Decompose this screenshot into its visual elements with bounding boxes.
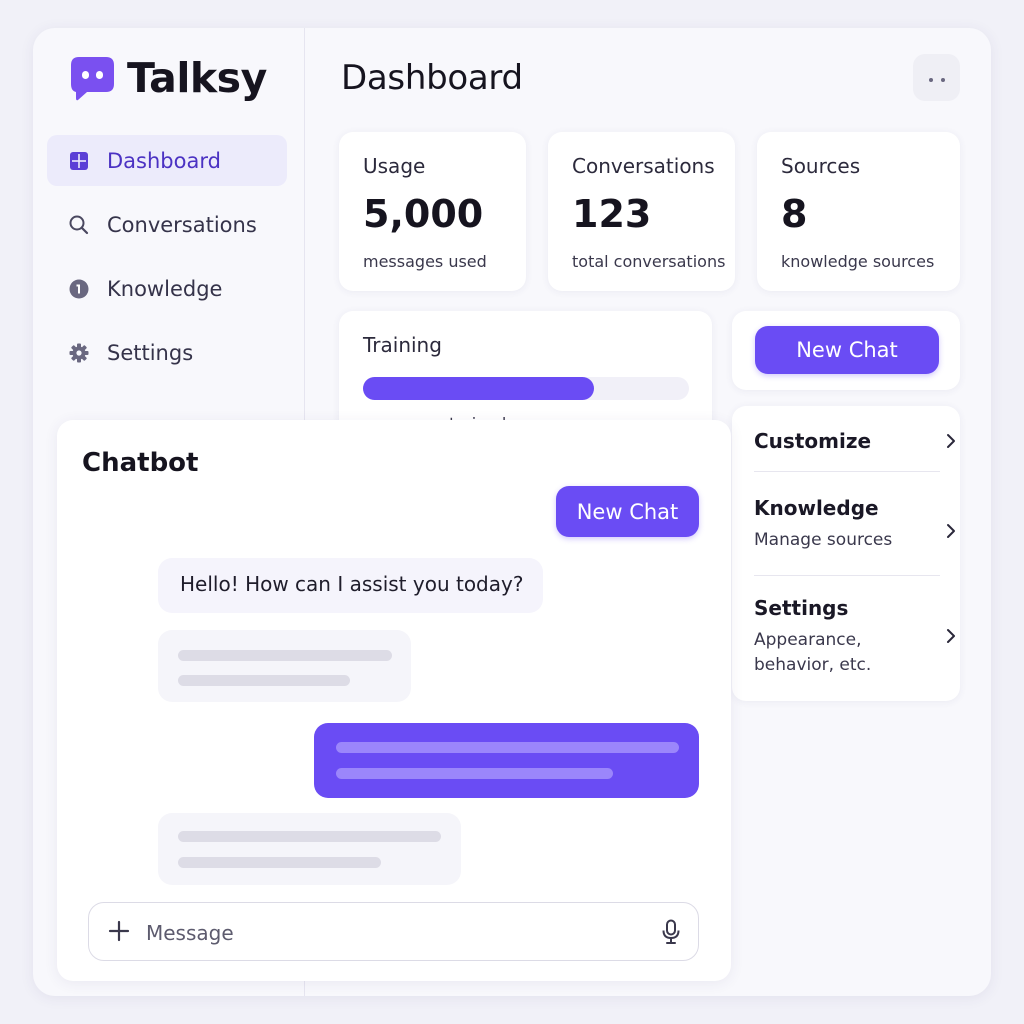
message-text: Hello! How can I assist you today?	[180, 572, 524, 596]
quick-links-card: Customize Knowledge Manage sources Setti…	[732, 406, 960, 701]
more-icon	[927, 68, 947, 87]
sidebar-item-settings[interactable]: Settings	[47, 327, 287, 378]
stat-subtitle: knowledge sources	[781, 252, 935, 271]
stat-card-conversations: Conversations 123 total conversations	[548, 132, 735, 291]
sidebar-item-label: Knowledge	[107, 276, 223, 301]
chevron-right-icon	[946, 433, 956, 453]
bot-message-placeholder	[158, 630, 411, 702]
bot-message-placeholder	[158, 813, 461, 885]
stat-subtitle: total conversations	[572, 252, 726, 271]
sidebar-item-conversations[interactable]: Conversations	[47, 199, 287, 250]
training-progress-fill	[363, 377, 595, 400]
quick-link-title: Knowledge	[754, 496, 879, 520]
plus-icon[interactable]	[108, 920, 130, 946]
app-window: Talksy Dashboard Conversations Knowledge…	[33, 28, 991, 996]
microphone-icon[interactable]	[661, 919, 681, 949]
message-input-box	[88, 902, 699, 961]
quick-link-settings[interactable]: Settings Appearance, behavior, etc.	[754, 576, 955, 696]
stat-value: 5,000	[363, 192, 484, 236]
page-title: Dashboard	[341, 58, 523, 98]
text-placeholder-line	[178, 675, 350, 686]
quick-link-knowledge[interactable]: Knowledge Manage sources	[754, 472, 955, 576]
sidebar-item-label: Dashboard	[107, 148, 221, 173]
quick-link-subtitle: Manage sources	[754, 530, 893, 550]
sidebar-item-label: Settings	[107, 340, 194, 365]
new-chat-button[interactable]: New Chat	[755, 326, 939, 374]
gear-icon	[68, 342, 90, 364]
text-placeholder-line	[336, 768, 613, 779]
search-icon	[68, 214, 90, 236]
new-chat-card: New Chat	[732, 311, 960, 390]
chatbot-panel: Chatbot New Chat Hello! How can I assist…	[57, 420, 731, 981]
stat-label: Sources	[781, 154, 861, 178]
knowledge-icon	[68, 278, 90, 300]
logo: Talksy	[69, 54, 267, 102]
stat-label: Usage	[363, 154, 426, 178]
message-input[interactable]	[144, 917, 638, 949]
chevron-right-icon	[946, 628, 956, 648]
bot-message-greeting: Hello! How can I assist you today?	[158, 558, 543, 613]
sidebar-item-label: Conversations	[107, 212, 257, 237]
chat-bubble-logo-icon	[69, 55, 116, 102]
stat-value: 123	[572, 192, 652, 236]
stat-card-usage: Usage 5,000 messages used	[339, 132, 526, 291]
quick-link-title: Customize	[754, 429, 872, 453]
quick-link-title: Settings	[754, 596, 849, 620]
app-name: Talksy	[127, 54, 267, 102]
chevron-right-icon	[946, 523, 956, 543]
stat-card-sources: Sources 8 knowledge sources	[757, 132, 960, 291]
text-placeholder-line	[336, 742, 679, 753]
sidebar-item-dashboard[interactable]: Dashboard	[47, 135, 287, 186]
quick-link-customize[interactable]: Customize	[754, 406, 955, 472]
quick-link-subtitle: Appearance, behavior, etc.	[754, 630, 872, 675]
grid-icon	[68, 150, 90, 172]
text-placeholder-line	[178, 831, 441, 842]
chatbot-new-chat-button[interactable]: New Chat	[556, 486, 699, 537]
sidebar-item-knowledge[interactable]: Knowledge	[47, 263, 287, 314]
stat-label: Conversations	[572, 154, 715, 178]
sidebar-nav: Dashboard Conversations Knowledge Settin…	[47, 135, 287, 391]
more-options-button[interactable]	[913, 54, 960, 101]
stat-subtitle: messages used	[363, 252, 487, 271]
user-message-placeholder	[314, 723, 699, 798]
stat-value: 8	[781, 192, 808, 236]
text-placeholder-line	[178, 857, 381, 868]
chatbot-title: Chatbot	[82, 448, 199, 478]
text-placeholder-line	[178, 650, 392, 661]
training-progress-bar	[363, 377, 689, 400]
training-label: Training	[363, 333, 442, 357]
